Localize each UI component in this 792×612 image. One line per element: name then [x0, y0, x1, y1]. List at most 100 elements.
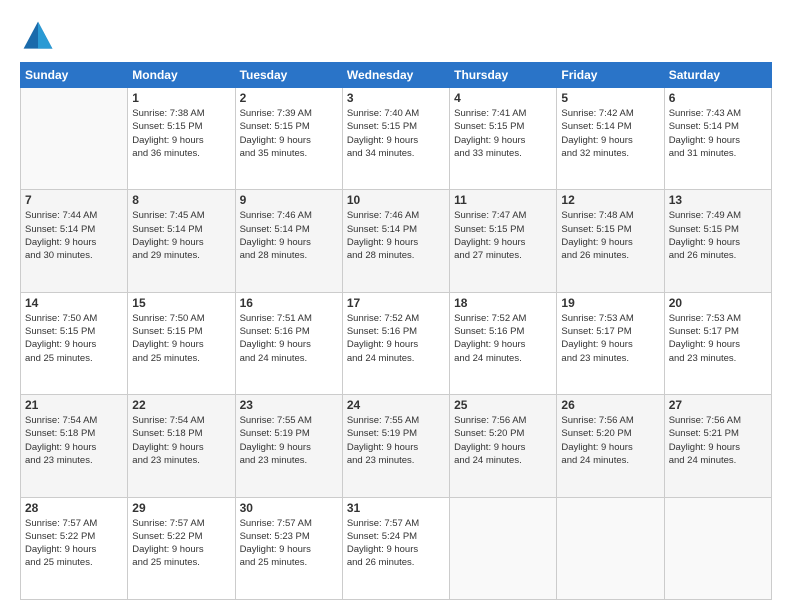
- calendar-cell: 23 Sunrise: 7:55 AM Sunset: 5:19 PM Dayli…: [235, 395, 342, 497]
- calendar-cell: 28 Sunrise: 7:57 AM Sunset: 5:22 PM Dayli…: [21, 497, 128, 599]
- logo-icon: [20, 18, 56, 54]
- day-info: Sunrise: 7:57 AM Sunset: 5:24 PM Dayligh…: [347, 517, 445, 570]
- calendar-week-row: 14 Sunrise: 7:50 AM Sunset: 5:15 PM Dayli…: [21, 292, 772, 394]
- calendar-cell: 30 Sunrise: 7:57 AM Sunset: 5:23 PM Dayli…: [235, 497, 342, 599]
- day-number: 24: [347, 398, 445, 412]
- page: SundayMondayTuesdayWednesdayThursdayFrid…: [0, 0, 792, 612]
- header: [20, 18, 772, 54]
- day-number: 17: [347, 296, 445, 310]
- calendar-cell: 5 Sunrise: 7:42 AM Sunset: 5:14 PM Daylig…: [557, 88, 664, 190]
- calendar-cell: [664, 497, 771, 599]
- day-info: Sunrise: 7:54 AM Sunset: 5:18 PM Dayligh…: [25, 414, 123, 467]
- calendar-cell: 29 Sunrise: 7:57 AM Sunset: 5:22 PM Dayli…: [128, 497, 235, 599]
- day-number: 23: [240, 398, 338, 412]
- calendar-day-header: Sunday: [21, 63, 128, 88]
- day-info: Sunrise: 7:56 AM Sunset: 5:21 PM Dayligh…: [669, 414, 767, 467]
- calendar-week-row: 7 Sunrise: 7:44 AM Sunset: 5:14 PM Daylig…: [21, 190, 772, 292]
- day-number: 8: [132, 193, 230, 207]
- calendar-header-row: SundayMondayTuesdayWednesdayThursdayFrid…: [21, 63, 772, 88]
- day-info: Sunrise: 7:50 AM Sunset: 5:15 PM Dayligh…: [132, 312, 230, 365]
- calendar-week-row: 21Sunrise: 7:54 AM Sunset: 5:18 PM Dayli…: [21, 395, 772, 497]
- day-info: Sunrise: 7:57 AM Sunset: 5:23 PM Dayligh…: [240, 517, 338, 570]
- calendar-cell: 27 Sunrise: 7:56 AM Sunset: 5:21 PM Dayli…: [664, 395, 771, 497]
- day-number: 16: [240, 296, 338, 310]
- day-number: 7: [25, 193, 123, 207]
- calendar-cell: 8 Sunrise: 7:45 AM Sunset: 5:14 PM Daylig…: [128, 190, 235, 292]
- logo: [20, 18, 62, 54]
- day-info: Sunrise: 7:44 AM Sunset: 5:14 PM Dayligh…: [25, 209, 123, 262]
- day-info: Sunrise: 7:56 AM Sunset: 5:20 PM Dayligh…: [454, 414, 552, 467]
- calendar-cell: 14 Sunrise: 7:50 AM Sunset: 5:15 PM Dayli…: [21, 292, 128, 394]
- day-number: 5: [561, 91, 659, 105]
- calendar-cell: [557, 497, 664, 599]
- calendar-cell: 15Sunrise: 7:50 AM Sunset: 5:15 PM Dayli…: [128, 292, 235, 394]
- calendar-cell: 18 Sunrise: 7:52 AM Sunset: 5:16 PM Dayli…: [450, 292, 557, 394]
- day-number: 27: [669, 398, 767, 412]
- calendar-week-row: 28 Sunrise: 7:57 AM Sunset: 5:22 PM Dayli…: [21, 497, 772, 599]
- calendar-cell: 21Sunrise: 7:54 AM Sunset: 5:18 PM Dayli…: [21, 395, 128, 497]
- calendar-cell: 12 Sunrise: 7:48 AM Sunset: 5:15 PM Dayli…: [557, 190, 664, 292]
- day-info: Sunrise: 7:52 AM Sunset: 5:16 PM Dayligh…: [347, 312, 445, 365]
- calendar-day-header: Saturday: [664, 63, 771, 88]
- day-number: 4: [454, 91, 552, 105]
- day-number: 29: [132, 501, 230, 515]
- day-number: 9: [240, 193, 338, 207]
- calendar-cell: 1Sunrise: 7:38 AM Sunset: 5:15 PM Daylig…: [128, 88, 235, 190]
- calendar-cell: 25 Sunrise: 7:56 AM Sunset: 5:20 PM Dayli…: [450, 395, 557, 497]
- calendar-day-header: Wednesday: [342, 63, 449, 88]
- day-info: Sunrise: 7:43 AM Sunset: 5:14 PM Dayligh…: [669, 107, 767, 160]
- day-number: 25: [454, 398, 552, 412]
- day-info: Sunrise: 7:48 AM Sunset: 5:15 PM Dayligh…: [561, 209, 659, 262]
- day-number: 10: [347, 193, 445, 207]
- calendar-cell: [21, 88, 128, 190]
- day-info: Sunrise: 7:47 AM Sunset: 5:15 PM Dayligh…: [454, 209, 552, 262]
- day-number: 26: [561, 398, 659, 412]
- day-info: Sunrise: 7:46 AM Sunset: 5:14 PM Dayligh…: [347, 209, 445, 262]
- calendar-table: SundayMondayTuesdayWednesdayThursdayFrid…: [20, 62, 772, 600]
- calendar-week-row: 1Sunrise: 7:38 AM Sunset: 5:15 PM Daylig…: [21, 88, 772, 190]
- day-info: Sunrise: 7:49 AM Sunset: 5:15 PM Dayligh…: [669, 209, 767, 262]
- day-number: 11: [454, 193, 552, 207]
- day-number: 20: [669, 296, 767, 310]
- calendar-cell: 26 Sunrise: 7:56 AM Sunset: 5:20 PM Dayli…: [557, 395, 664, 497]
- calendar-cell: 10 Sunrise: 7:46 AM Sunset: 5:14 PM Dayli…: [342, 190, 449, 292]
- calendar-cell: 19Sunrise: 7:53 AM Sunset: 5:17 PM Dayli…: [557, 292, 664, 394]
- calendar-cell: 9 Sunrise: 7:46 AM Sunset: 5:14 PM Daylig…: [235, 190, 342, 292]
- calendar-cell: 24 Sunrise: 7:55 AM Sunset: 5:19 PM Dayli…: [342, 395, 449, 497]
- calendar-day-header: Monday: [128, 63, 235, 88]
- day-number: 22: [132, 398, 230, 412]
- day-info: Sunrise: 7:55 AM Sunset: 5:19 PM Dayligh…: [240, 414, 338, 467]
- day-number: 30: [240, 501, 338, 515]
- day-info: Sunrise: 7:42 AM Sunset: 5:14 PM Dayligh…: [561, 107, 659, 160]
- day-info: Sunrise: 7:57 AM Sunset: 5:22 PM Dayligh…: [132, 517, 230, 570]
- calendar-cell: 3Sunrise: 7:40 AM Sunset: 5:15 PM Daylig…: [342, 88, 449, 190]
- day-info: Sunrise: 7:55 AM Sunset: 5:19 PM Dayligh…: [347, 414, 445, 467]
- calendar-cell: 31Sunrise: 7:57 AM Sunset: 5:24 PM Dayli…: [342, 497, 449, 599]
- day-number: 12: [561, 193, 659, 207]
- day-info: Sunrise: 7:51 AM Sunset: 5:16 PM Dayligh…: [240, 312, 338, 365]
- day-number: 1: [132, 91, 230, 105]
- day-info: Sunrise: 7:40 AM Sunset: 5:15 PM Dayligh…: [347, 107, 445, 160]
- calendar-cell: 20Sunrise: 7:53 AM Sunset: 5:17 PM Dayli…: [664, 292, 771, 394]
- day-info: Sunrise: 7:50 AM Sunset: 5:15 PM Dayligh…: [25, 312, 123, 365]
- day-info: Sunrise: 7:45 AM Sunset: 5:14 PM Dayligh…: [132, 209, 230, 262]
- day-info: Sunrise: 7:57 AM Sunset: 5:22 PM Dayligh…: [25, 517, 123, 570]
- calendar-cell: [450, 497, 557, 599]
- calendar-cell: 2Sunrise: 7:39 AM Sunset: 5:15 PM Daylig…: [235, 88, 342, 190]
- day-number: 18: [454, 296, 552, 310]
- calendar-cell: 4 Sunrise: 7:41 AM Sunset: 5:15 PM Daylig…: [450, 88, 557, 190]
- calendar-cell: 17 Sunrise: 7:52 AM Sunset: 5:16 PM Dayli…: [342, 292, 449, 394]
- day-info: Sunrise: 7:39 AM Sunset: 5:15 PM Dayligh…: [240, 107, 338, 160]
- day-number: 28: [25, 501, 123, 515]
- day-number: 14: [25, 296, 123, 310]
- day-number: 19: [561, 296, 659, 310]
- day-info: Sunrise: 7:41 AM Sunset: 5:15 PM Dayligh…: [454, 107, 552, 160]
- day-info: Sunrise: 7:52 AM Sunset: 5:16 PM Dayligh…: [454, 312, 552, 365]
- calendar-cell: 6 Sunrise: 7:43 AM Sunset: 5:14 PM Daylig…: [664, 88, 771, 190]
- day-info: Sunrise: 7:46 AM Sunset: 5:14 PM Dayligh…: [240, 209, 338, 262]
- day-number: 6: [669, 91, 767, 105]
- day-info: Sunrise: 7:54 AM Sunset: 5:18 PM Dayligh…: [132, 414, 230, 467]
- calendar-day-header: Friday: [557, 63, 664, 88]
- day-info: Sunrise: 7:56 AM Sunset: 5:20 PM Dayligh…: [561, 414, 659, 467]
- calendar-day-header: Tuesday: [235, 63, 342, 88]
